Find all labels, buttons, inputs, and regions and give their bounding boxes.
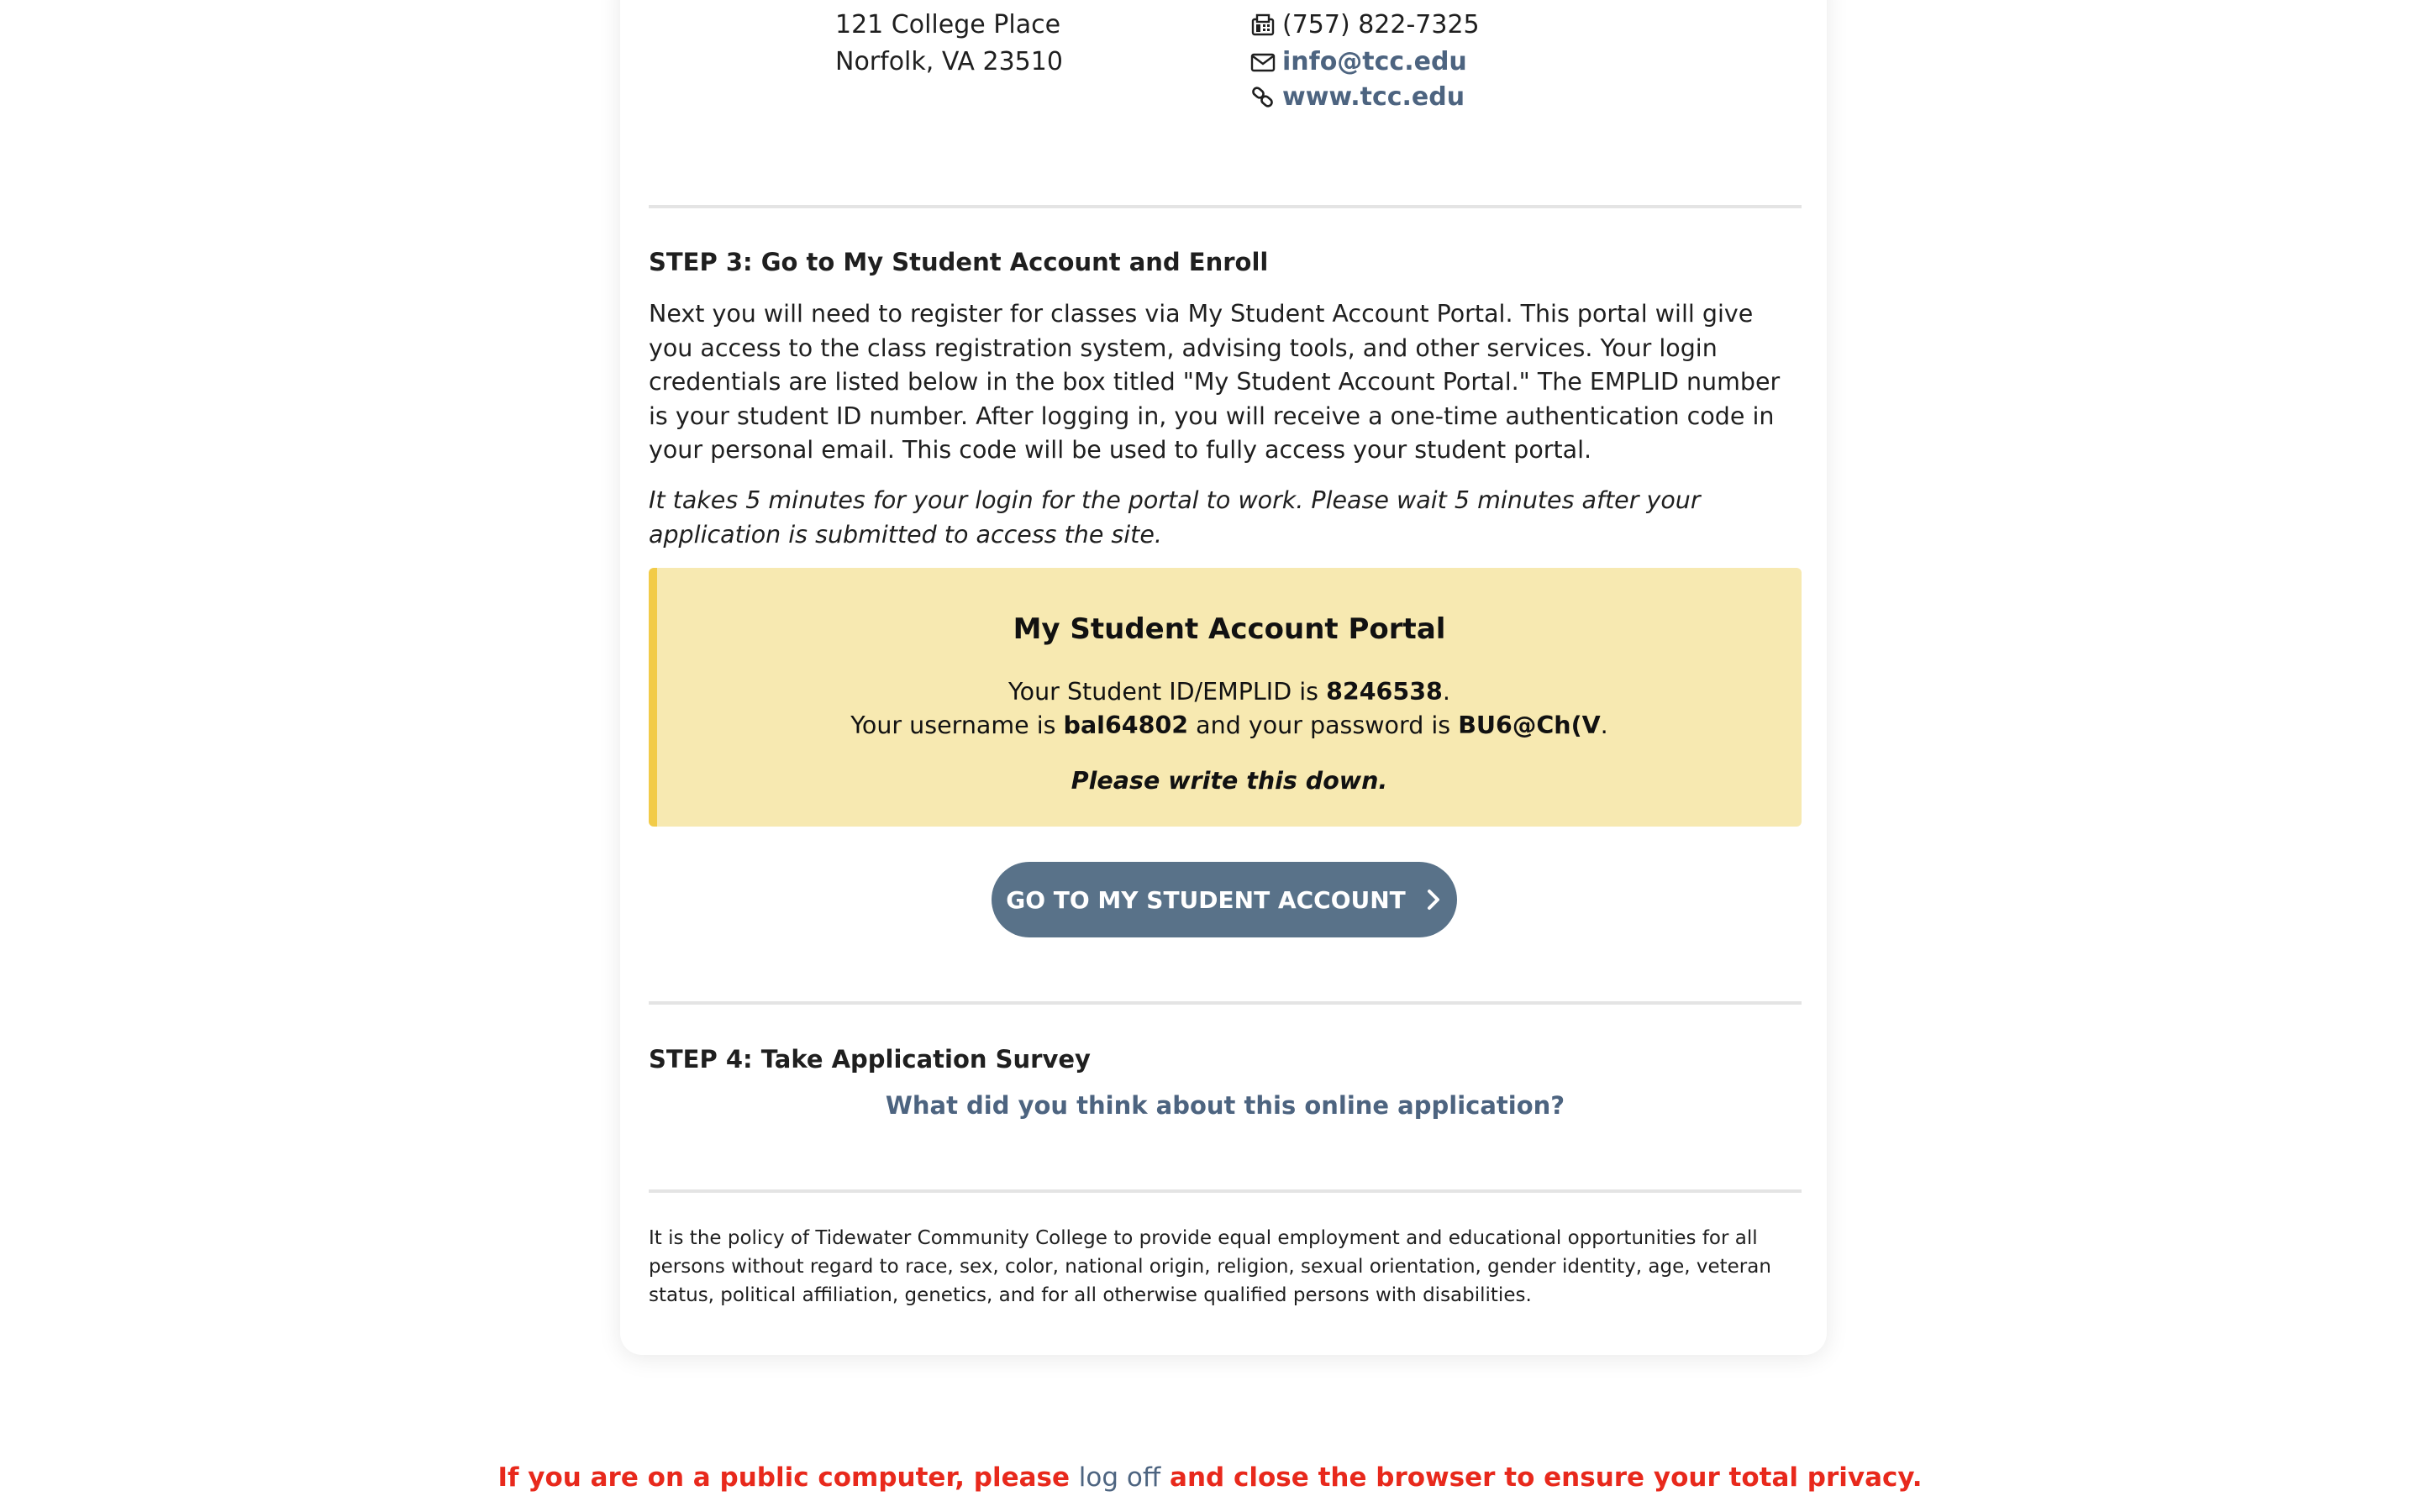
address-city-state-zip: Norfolk, VA 23510	[835, 47, 1063, 76]
portal-credentials-line: Your username is bal64802 and your passw…	[657, 709, 1802, 743]
contact-fax: (757) 822-7325	[1250, 8, 1480, 42]
privacy-text-before: If you are on a public computer, please	[497, 1462, 1079, 1493]
go-to-student-account-button[interactable]: GO TO MY STUDENT ACCOUNT	[992, 862, 1457, 937]
password-label: and your password is	[1188, 711, 1459, 739]
credentials-suffix: .	[1600, 711, 1608, 739]
divider	[649, 205, 1802, 208]
emplid-value: 8246538	[1326, 678, 1443, 706]
link-icon	[1250, 85, 1276, 110]
password-value: BU6@Ch(V	[1458, 711, 1601, 739]
student-account-portal-box: My Student Account Portal Your Student I…	[649, 568, 1802, 827]
divider	[649, 1189, 1802, 1193]
privacy-notice: If you are on a public computer, please …	[0, 1459, 2420, 1496]
fax-icon	[1250, 13, 1276, 38]
portal-reminder: Please write this down.	[1071, 767, 1388, 795]
divider	[649, 1001, 1802, 1005]
equal-opportunity-policy: It is the policy of Tidewater Community …	[649, 1227, 1771, 1306]
contact-fax-number: (757) 822-7325	[1282, 10, 1480, 39]
address-street: 121 College Place	[835, 10, 1061, 39]
emplid-suffix: .	[1442, 678, 1450, 706]
log-off-link[interactable]: log off	[1079, 1462, 1160, 1493]
privacy-text-after: and close the browser to ensure your tot…	[1160, 1462, 1923, 1493]
website-link[interactable]: www.tcc.edu	[1282, 81, 1465, 114]
email-link[interactable]: info@tcc.edu	[1282, 45, 1467, 79]
chevron-right-icon	[1424, 888, 1443, 911]
username-value: bal64802	[1063, 711, 1189, 739]
step3-title: STEP 3: Go to My Student Account and Enr…	[649, 248, 1269, 276]
contact-email[interactable]: info@tcc.edu	[1250, 45, 1467, 79]
application-survey-link[interactable]: What did you think about this online app…	[649, 1089, 1802, 1122]
portal-title: My Student Account Portal	[1013, 612, 1446, 646]
step4-title: STEP 4: Take Application Survey	[649, 1045, 1091, 1074]
go-to-student-account-label: GO TO MY STUDENT ACCOUNT	[1006, 885, 1406, 914]
step3-instructions: Next you will need to register for class…	[649, 300, 1781, 464]
portal-emplid-line: Your Student ID/EMPLID is 8246538.	[657, 675, 1802, 709]
username-label: Your username is	[850, 711, 1064, 739]
envelope-icon	[1250, 50, 1276, 75]
step3-wait-note: It takes 5 minutes for your login for th…	[649, 486, 1701, 549]
emplid-label: Your Student ID/EMPLID is	[1008, 678, 1327, 706]
contact-website[interactable]: www.tcc.edu	[1250, 81, 1465, 114]
